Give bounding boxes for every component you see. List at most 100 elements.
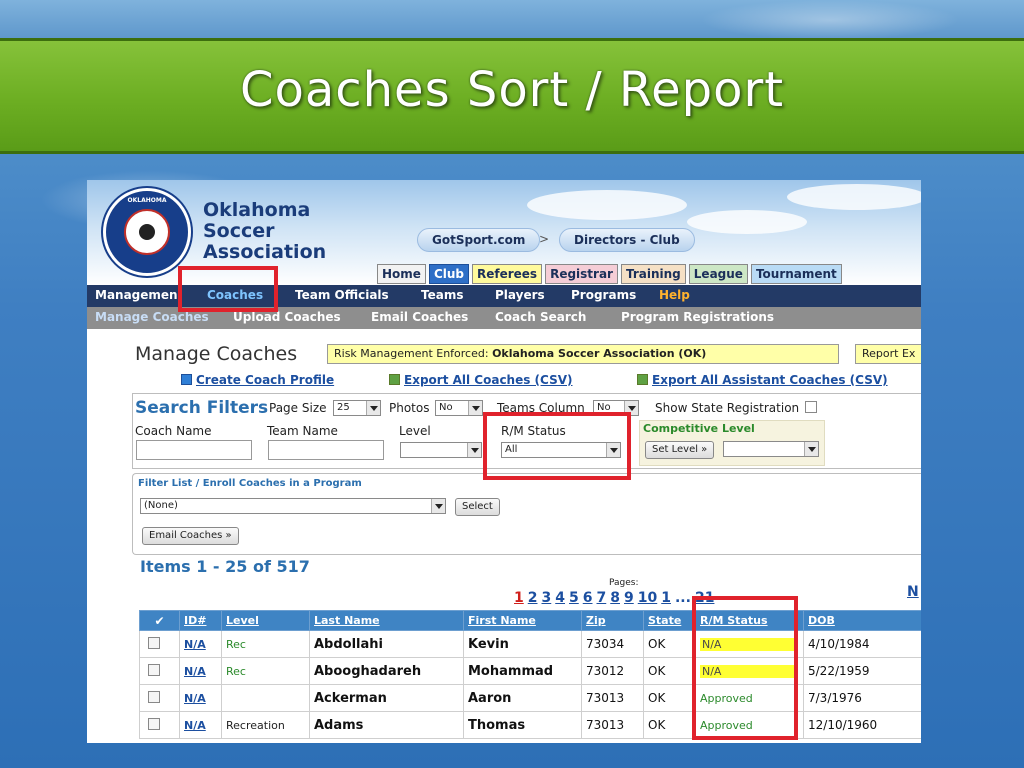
create-coach-link[interactable]: Create Coach Profile xyxy=(181,373,334,387)
subnav-program-registrations[interactable]: Program Registrations xyxy=(621,310,774,324)
col-state[interactable]: State xyxy=(643,610,696,631)
row-checkbox[interactable] xyxy=(148,636,160,649)
top-tabs: Home Club Referees Registrar Training Le… xyxy=(377,264,842,284)
nav-team-officials[interactable]: Team Officials xyxy=(295,288,389,302)
osa-logo[interactable]: OKLAHOMA xyxy=(103,188,191,276)
id-cell[interactable]: N/A xyxy=(179,630,222,658)
header-cloud xyxy=(787,184,921,210)
col-level[interactable]: Level xyxy=(221,610,310,631)
program-select[interactable]: (None) xyxy=(140,498,446,514)
page-link[interactable]: 2 xyxy=(528,590,538,606)
row-checkbox-cell xyxy=(139,684,180,712)
team-name-label: Team Name xyxy=(267,424,338,438)
set-level-button[interactable]: Set Level » xyxy=(645,441,715,459)
nav-management[interactable]: Managemen xyxy=(95,288,178,302)
page-link[interactable]: 1 xyxy=(661,590,671,606)
breadcrumb-directors-club[interactable]: Directors - Club xyxy=(559,228,695,252)
tab-club[interactable]: Club xyxy=(428,264,469,284)
page-size-value: 25 xyxy=(337,402,350,413)
page-link[interactable]: 6 xyxy=(583,590,593,606)
team-name-input[interactable] xyxy=(268,440,384,460)
table-row[interactable]: N/A Ackerman Aaron 73013 OK Approved 7/3… xyxy=(139,684,921,712)
zip-cell: 73012 xyxy=(581,657,644,685)
export-assistant-coaches-link[interactable]: Export All Assistant Coaches (CSV) xyxy=(637,373,888,387)
level-cell: Rec xyxy=(221,630,310,658)
col-id[interactable]: ID# xyxy=(179,610,222,631)
logo-line-3: Association xyxy=(203,241,327,263)
table-row[interactable]: N/A Recreation Adams Thomas 73013 OK App… xyxy=(139,711,921,739)
page-link[interactable]: 8 xyxy=(610,590,620,606)
subnav-upload-coaches[interactable]: Upload Coaches xyxy=(233,310,341,324)
last-name-cell: Adams xyxy=(309,711,464,739)
breadcrumb-gotsport[interactable]: GotSport.com xyxy=(417,228,541,252)
tab-league[interactable]: League xyxy=(688,264,748,284)
page-current[interactable]: 1 xyxy=(514,590,524,606)
page-ellipsis: ... xyxy=(674,590,691,606)
page-link[interactable]: 7 xyxy=(597,590,607,606)
program-value: (None) xyxy=(144,500,178,511)
row-checkbox[interactable] xyxy=(148,717,160,730)
level-cell xyxy=(221,684,310,712)
page-link[interactable]: 3 xyxy=(542,590,552,606)
first-name-cell: Thomas xyxy=(463,711,582,739)
export-all-coaches-link[interactable]: Export All Coaches (CSV) xyxy=(389,373,573,387)
spreadsheet-icon xyxy=(637,374,648,385)
row-checkbox[interactable] xyxy=(148,690,160,703)
last-name-cell: Abdollahi xyxy=(309,630,464,658)
pages-label: Pages: xyxy=(609,578,639,588)
show-state-checkbox[interactable] xyxy=(805,401,817,413)
email-coaches-button[interactable]: Email Coaches » xyxy=(142,527,239,545)
page-link[interactable]: 4 xyxy=(555,590,565,606)
page-link[interactable]: 9 xyxy=(624,590,634,606)
chevron-down-icon xyxy=(431,499,445,513)
tab-registrar[interactable]: Registrar xyxy=(545,264,618,284)
subnav-manage-coaches[interactable]: Manage Coaches xyxy=(95,310,209,324)
subnav-coach-search[interactable]: Coach Search xyxy=(495,310,586,324)
select-button[interactable]: Select xyxy=(455,498,500,516)
report-export-button[interactable]: Report Ex xyxy=(855,344,921,364)
annotation-coaches-nav xyxy=(178,266,278,312)
table-row[interactable]: N/A Rec Abooghadareh Mohammad 73012 OK N… xyxy=(139,657,921,685)
tab-training[interactable]: Training xyxy=(620,264,686,284)
search-filters-title: Search Filters xyxy=(135,398,269,418)
competitive-level-select[interactable] xyxy=(723,441,819,457)
row-checkbox[interactable] xyxy=(148,663,160,676)
id-cell[interactable]: N/A xyxy=(179,657,222,685)
level-cell: Recreation xyxy=(221,711,310,739)
col-select-all[interactable]: ✔ xyxy=(139,610,180,631)
coach-name-input[interactable] xyxy=(136,440,252,460)
col-first-name[interactable]: First Name xyxy=(463,610,582,631)
coach-name-label: Coach Name xyxy=(135,424,212,438)
subnav-email-coaches[interactable]: Email Coaches xyxy=(371,310,468,324)
page-link[interactable]: 5 xyxy=(569,590,579,606)
header-cloud xyxy=(687,210,807,234)
dob-cell: 4/10/1984 xyxy=(803,630,921,658)
nav-players[interactable]: Players xyxy=(495,288,545,302)
tab-referees[interactable]: Referees xyxy=(472,264,543,284)
tab-tournament[interactable]: Tournament xyxy=(750,264,842,284)
col-dob[interactable]: DOB xyxy=(803,610,921,631)
id-cell[interactable]: N/A xyxy=(179,684,222,712)
col-last-name[interactable]: Last Name xyxy=(309,610,464,631)
state-cell: OK xyxy=(643,657,696,685)
page-size-select[interactable]: 25 xyxy=(333,400,381,416)
next-page-link[interactable]: N xyxy=(907,584,919,600)
table-row[interactable]: N/A Rec Abdollahi Kevin 73034 OK N/A 4/1… xyxy=(139,630,921,658)
nav-programs[interactable]: Programs xyxy=(571,288,636,302)
logo-ring-text: OKLAHOMA xyxy=(127,197,167,204)
chevron-down-icon xyxy=(804,442,818,456)
tab-home[interactable]: Home xyxy=(377,264,426,284)
logo-wordmark: Oklahoma Soccer Association xyxy=(203,200,326,263)
level-select[interactable] xyxy=(400,442,482,458)
chevron-down-icon xyxy=(467,443,481,457)
nav-help[interactable]: Help xyxy=(659,288,690,302)
page-link[interactable]: 10 xyxy=(638,590,657,606)
background-streak xyxy=(700,0,960,40)
nav-teams[interactable]: Teams xyxy=(421,288,463,302)
state-cell: OK xyxy=(643,630,696,658)
id-cell[interactable]: N/A xyxy=(179,711,222,739)
col-zip[interactable]: Zip xyxy=(581,610,644,631)
dob-cell: 7/3/1976 xyxy=(803,684,921,712)
chevron-down-icon xyxy=(468,401,482,415)
photos-select[interactable]: No xyxy=(435,400,483,416)
